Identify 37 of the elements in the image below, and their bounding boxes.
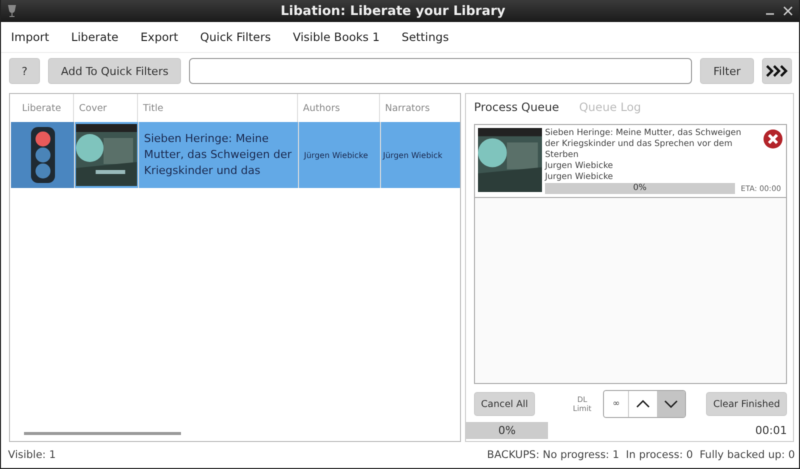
traffic-light-icon	[30, 126, 56, 184]
close-icon[interactable]	[783, 6, 793, 16]
add-to-quick-filters-button[interactable]: Add To Quick Filters	[48, 58, 182, 84]
window-title: Libation: Liberate your Library	[280, 4, 506, 18]
clear-finished-button[interactable]: Clear Finished	[706, 392, 787, 416]
overall-progress-bar: 0%	[466, 422, 548, 439]
menu-item[interactable]: Liberate	[65, 30, 125, 44]
menu-item[interactable]: Quick Filters	[194, 30, 277, 44]
menu-item[interactable]: Visible Books 1	[286, 30, 386, 44]
glass-icon	[7, 4, 17, 18]
backups-summary: BACKUPS: No progress: 1 In process: 0 Fully backed up: 0	[487, 449, 795, 461]
cancel-all-button[interactable]: Cancel All	[474, 392, 535, 416]
visible-count: Visible: 1	[8, 449, 56, 461]
title-cell: Sieben Heringe: Meine Mutter, das Schweigen der Kriegskinder und das	[139, 122, 299, 188]
help-button[interactable]: ?	[9, 58, 40, 84]
expand-button[interactable]	[762, 58, 792, 84]
cancel-icon[interactable]	[763, 129, 783, 149]
author-text: Jurgen Wiebicke	[545, 161, 614, 172]
progress-bar: 0%	[545, 183, 735, 194]
menu-item[interactable]: Import	[5, 30, 56, 44]
narrator-text: Jurgen Wiebicke	[545, 172, 614, 183]
menu-item[interactable]: Settings	[396, 30, 455, 44]
filter-button[interactable]: Filter	[700, 58, 754, 84]
scrollbar[interactable]	[24, 432, 181, 435]
menu-item[interactable]: Export	[134, 30, 184, 44]
authors-cell: Jürgen Wiebicke	[299, 122, 381, 188]
book-title: Sieben Heringe: Meine Mutter, das Schweigen der Kriegskinder und das Sprechen vor dem Sterben	[545, 128, 742, 161]
decrease-button[interactable]	[657, 391, 686, 417]
elapsed-time: 00:01	[755, 424, 787, 437]
filter-field[interactable]	[189, 58, 692, 84]
narrators-cell-text: Jürgen Wiebick	[382, 150, 444, 162]
tab[interactable]: Process Queue	[474, 100, 560, 120]
chevrons-icon	[766, 65, 788, 77]
caret-up-icon	[636, 400, 650, 408]
caret-down-icon	[664, 400, 678, 408]
book-row[interactable]: Sieben Heringe: Meine Mutter, das Schweigen der Kriegskinder und das Jürgen Wiebicke Jürgen Wiebick	[11, 122, 460, 188]
column-header[interactable]: Narrators	[380, 94, 456, 122]
